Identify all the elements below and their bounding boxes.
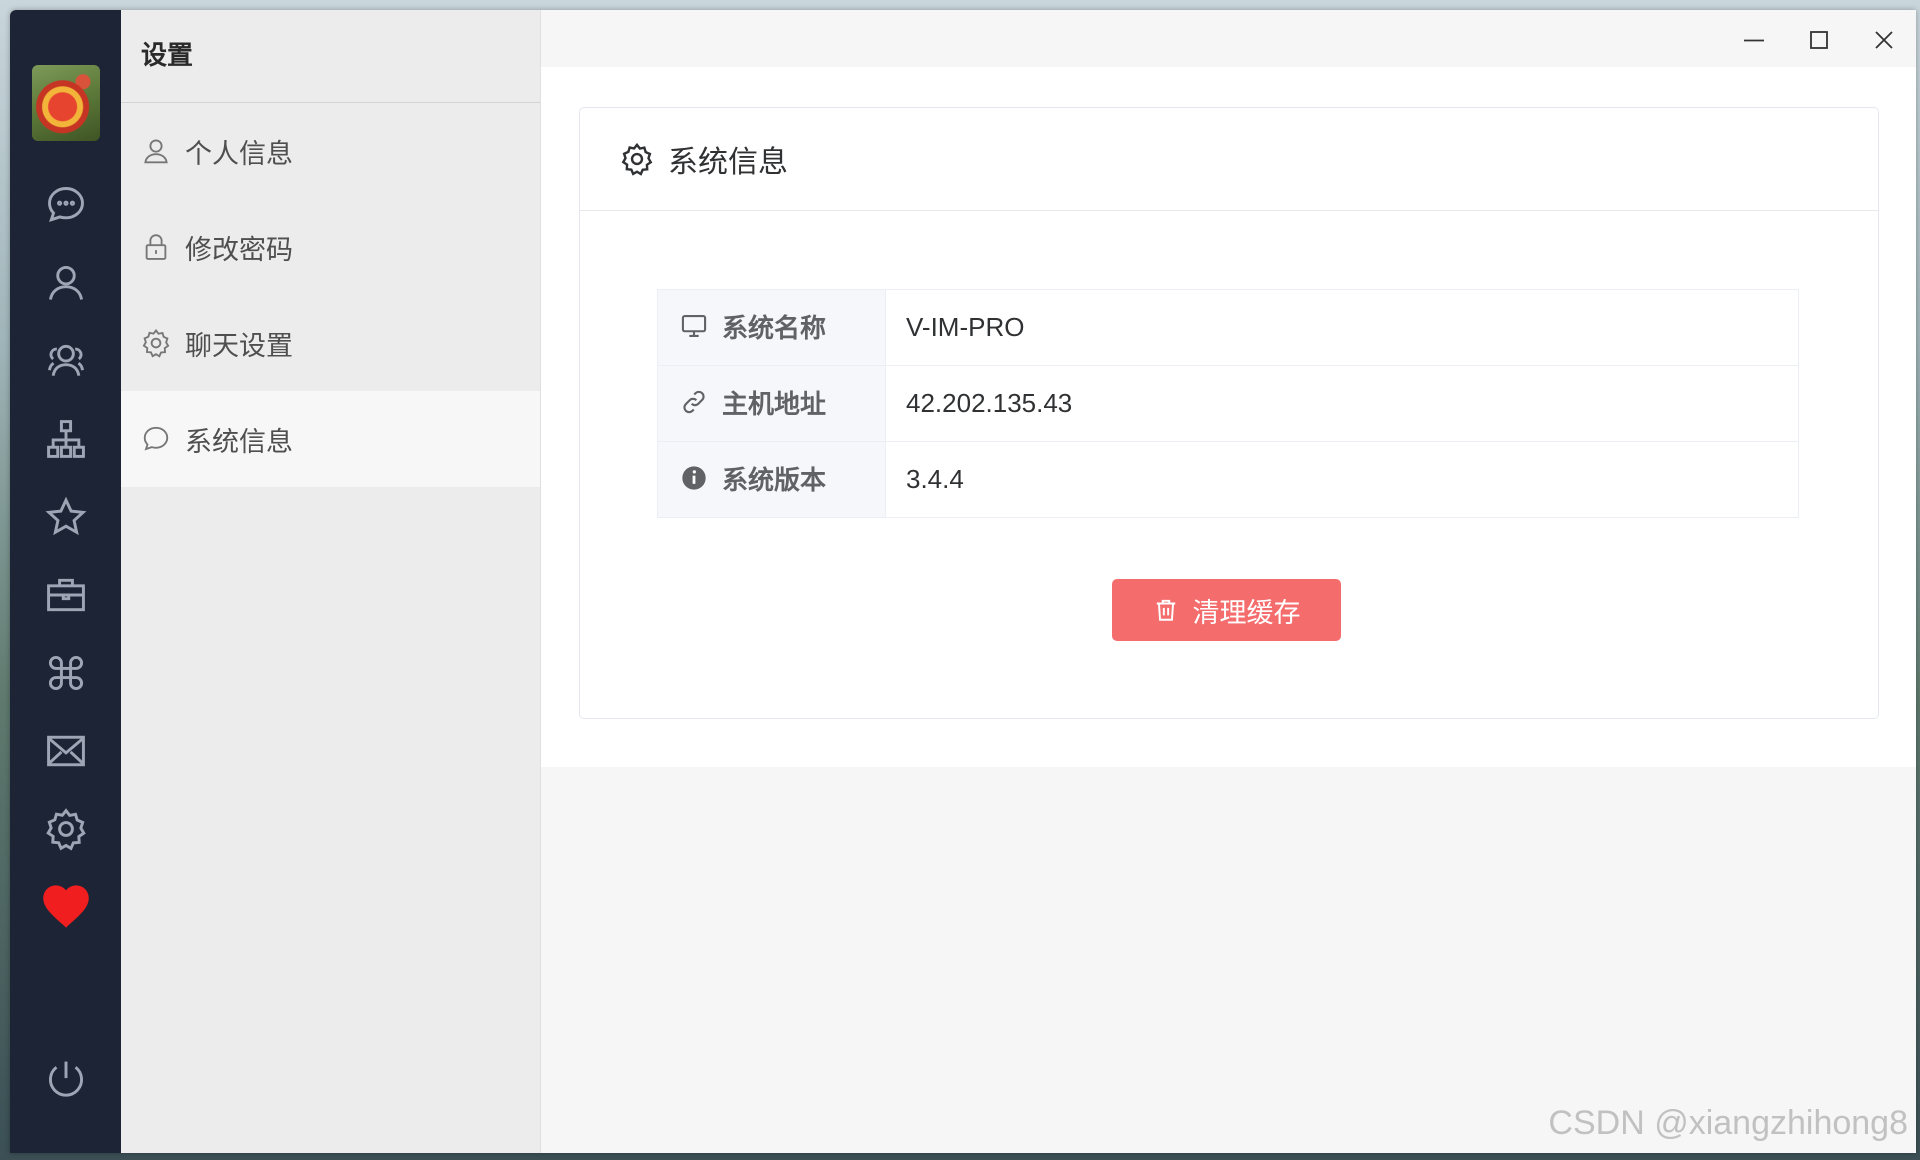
table-row: 系统版本 3.4.4	[657, 441, 1799, 518]
clear-cache-button[interactable]: 清理缓存	[1112, 579, 1341, 641]
title-bar	[541, 10, 1916, 67]
menu-item-label: 聊天设置	[185, 330, 293, 362]
nav-rail	[10, 10, 121, 1153]
clear-cache-label: 清理缓存	[1192, 597, 1301, 628]
user-icon	[144, 139, 168, 164]
menu-item-profile[interactable]: 个人信息	[121, 103, 540, 199]
chat-bubble-icon	[143, 426, 169, 451]
row-value: 42.202.135.43	[885, 365, 1799, 442]
menu-item-chat-settings[interactable]: 聊天设置	[121, 295, 540, 391]
app-window: 设置 个人信息 修改密码 聊天设置 系统信息 系统信息 系统名称 V-IM-PR…	[10, 10, 1916, 1153]
menu-item-system-info[interactable]: 系统信息	[121, 391, 540, 487]
table-row: 主机地址 42.202.135.43	[657, 365, 1799, 442]
system-info-card: 系统信息 系统名称 V-IM-PRO 主机地址 42.202.135.43 系统…	[579, 107, 1879, 719]
card-title: 系统信息	[668, 145, 788, 180]
row-label: 系统版本	[722, 465, 827, 496]
maximize-icon[interactable]	[1801, 22, 1837, 58]
lock-icon	[145, 234, 167, 260]
mail-icon[interactable]	[40, 725, 92, 777]
briefcase-icon[interactable]	[40, 569, 92, 621]
chat-icon[interactable]	[40, 179, 92, 231]
power-icon[interactable]	[40, 1053, 92, 1105]
menu-item-label: 修改密码	[185, 234, 293, 266]
group-icon[interactable]	[40, 335, 92, 387]
settings-icon[interactable]	[40, 803, 92, 855]
trash-icon	[1156, 599, 1175, 621]
org-tree-icon[interactable]	[40, 413, 92, 465]
gear-icon	[621, 142, 653, 176]
gear-icon	[142, 328, 170, 358]
link-icon	[683, 391, 705, 414]
minimize-icon[interactable]	[1736, 22, 1772, 58]
content-area: 系统信息 系统名称 V-IM-PRO 主机地址 42.202.135.43 系统…	[541, 67, 1916, 767]
row-label: 主机地址	[722, 389, 827, 420]
info-icon	[682, 466, 706, 490]
heart-icon[interactable]	[40, 881, 92, 933]
row-value: 3.4.4	[885, 441, 1799, 518]
menu-item-label: 系统信息	[185, 426, 293, 458]
row-value: V-IM-PRO	[885, 289, 1799, 366]
card-header: 系统信息	[580, 108, 1878, 211]
apps-icon[interactable]	[40, 647, 92, 699]
user-icon[interactable]	[40, 257, 92, 309]
star-icon[interactable]	[40, 491, 92, 543]
menu-title: 设置	[121, 10, 540, 103]
close-icon[interactable]	[1866, 22, 1902, 58]
avatar[interactable]	[31, 65, 100, 141]
settings-menu: 设置 个人信息 修改密码 聊天设置 系统信息	[121, 10, 541, 1153]
watermark: CSDN @xiangzhihong8	[1548, 1104, 1908, 1142]
table-row: 系统名称 V-IM-PRO	[657, 289, 1799, 366]
monitor-icon	[681, 315, 707, 338]
menu-item-label: 个人信息	[185, 138, 293, 170]
system-info-table: 系统名称 V-IM-PRO 主机地址 42.202.135.43 系统版本 3.…	[657, 289, 1799, 518]
main-panel: 系统信息 系统名称 V-IM-PRO 主机地址 42.202.135.43 系统…	[541, 10, 1916, 1153]
row-label: 系统名称	[722, 313, 827, 344]
menu-item-password[interactable]: 修改密码	[121, 199, 540, 295]
